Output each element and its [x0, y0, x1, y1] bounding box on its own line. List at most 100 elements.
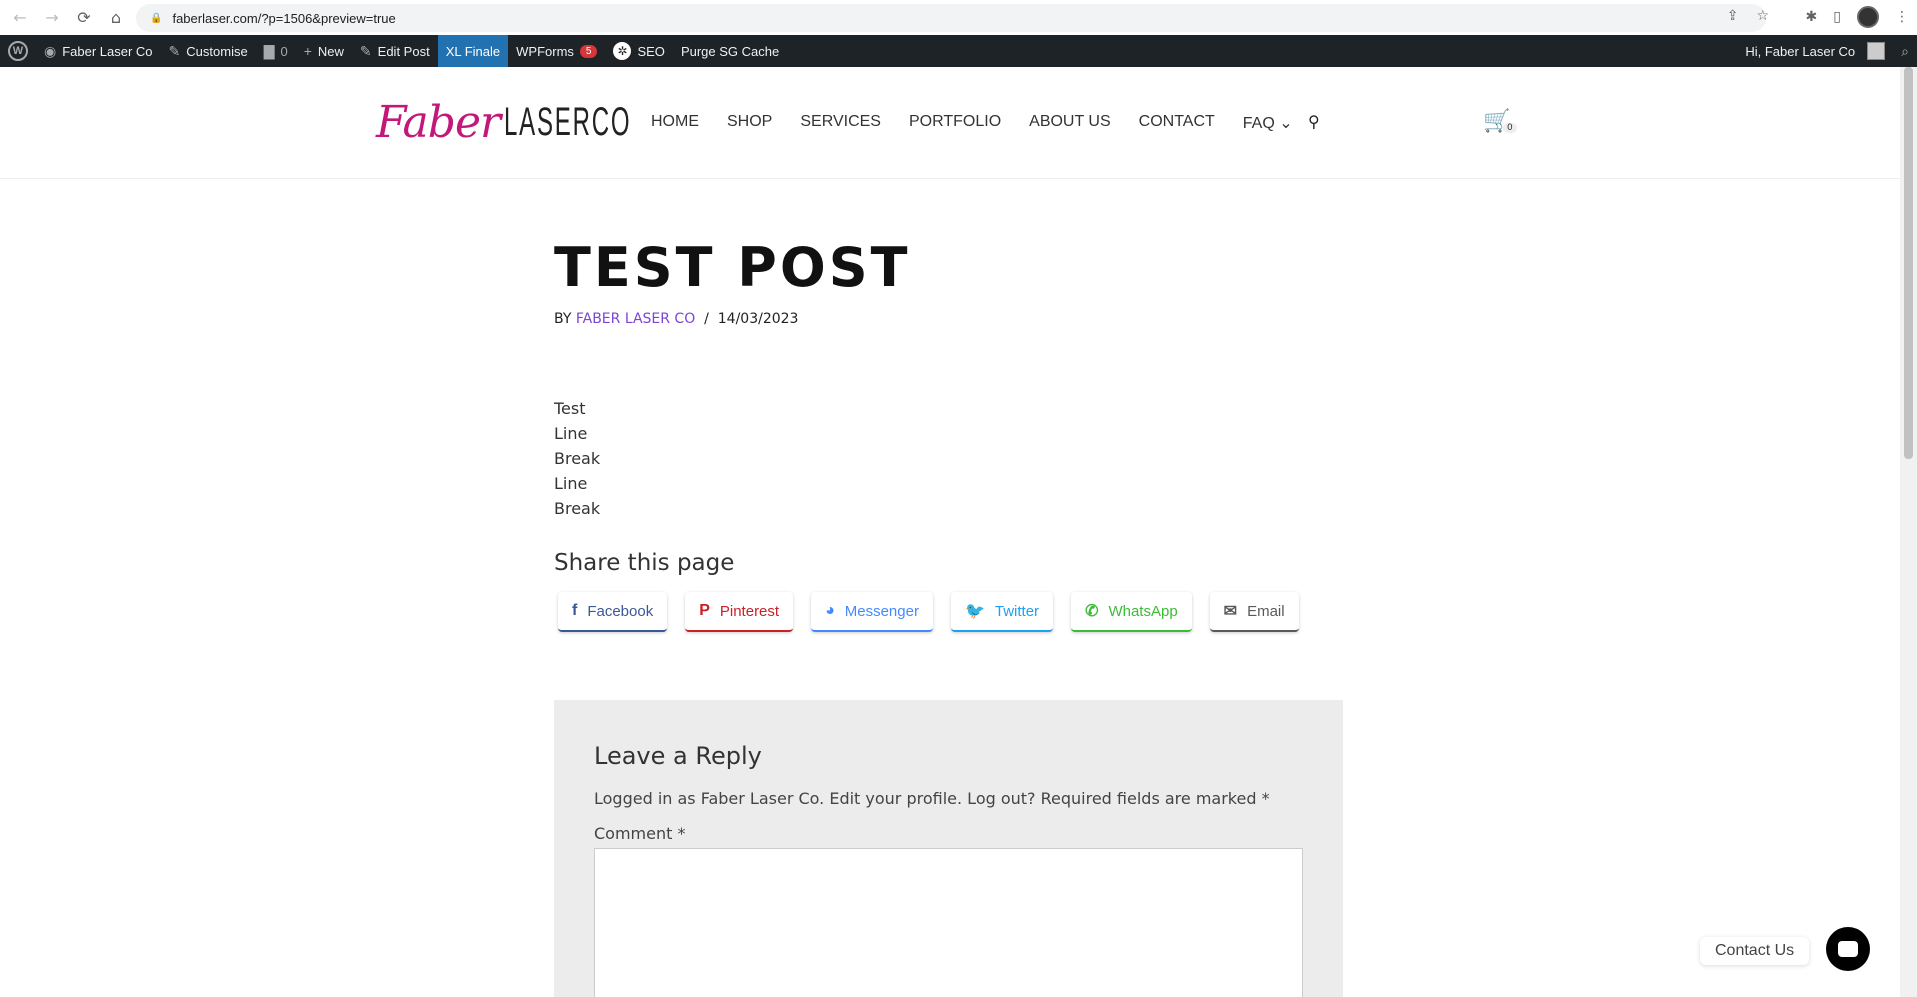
site-header: Faber LASERCO HOME SHOP SERVICES PORTFOL… [0, 67, 1900, 179]
xl-finale-label: XL Finale [445, 43, 501, 59]
wp-comments[interactable]: ▇ 0 [256, 35, 296, 67]
site-name-label: Faber Laser Co [62, 43, 153, 59]
cart-button[interactable]: 🛒 0 [1483, 109, 1517, 134]
nav-item-faq[interactable]: FAQ ⌄ [1243, 113, 1293, 133]
wp-customise[interactable]: ✎ Customise [161, 35, 256, 67]
customise-label: Customise [186, 43, 248, 59]
nav-item-home[interactable]: HOME [651, 113, 699, 133]
dashboard-icon: ◉ [44, 42, 57, 59]
chat-icon [1838, 941, 1858, 957]
home-icon[interactable]: ⌂ [104, 6, 128, 30]
comment-textarea[interactable] [594, 848, 1303, 997]
cart-count: 0 [1503, 123, 1517, 133]
body-line: Break [554, 499, 601, 518]
post-body: Test Line Break Line Break [554, 396, 600, 521]
browser-menu-icon[interactable]: ⋮ [1895, 9, 1909, 25]
reply-section: Leave a Reply Logged in as Faber Laser C… [554, 700, 1343, 997]
wp-search[interactable]: ⌕ [1893, 35, 1917, 67]
body-line: Test [554, 399, 586, 418]
wp-edit-post[interactable]: ✎ Edit Post [352, 35, 438, 67]
wordpress-icon: W [8, 41, 28, 61]
comment-icon: ▇ [263, 42, 275, 59]
post-meta: BY FABER LASER CO / 14/03/2023 [554, 311, 798, 327]
profile-avatar[interactable] [1857, 6, 1879, 28]
scrollbar-thumb[interactable] [1904, 67, 1913, 459]
main-nav: HOME SHOP SERVICES PORTFOLIO ABOUT US CO… [651, 113, 1293, 133]
wp-seo[interactable]: ✲ SEO [605, 35, 672, 67]
reload-icon[interactable]: ⟳ [72, 6, 96, 30]
site-logo[interactable]: Faber LASERCO [376, 87, 630, 157]
seo-gear-icon: ✲ [613, 42, 632, 60]
nav-item-portfolio[interactable]: PORTFOLIO [909, 113, 1001, 133]
nav-item-shop[interactable]: SHOP [727, 113, 772, 133]
wp-xl-finale[interactable]: XL Finale [437, 35, 509, 67]
side-panel-icon[interactable]: ▯ [1833, 9, 1841, 25]
address-bar[interactable]: 🔒 faberlaser.com/?p=1506&preview=true [136, 4, 1766, 32]
edit-post-label: Edit Post [377, 43, 430, 59]
twitter-icon: 🐦 [964, 603, 985, 620]
nav-item-about-us[interactable]: ABOUT US [1029, 113, 1111, 133]
share-pinterest-button[interactable]: P Pinterest [685, 592, 794, 632]
logged-in-text[interactable]: Logged in as Faber Laser Co. Edit your p… [594, 789, 1270, 808]
plus-icon: + [303, 43, 312, 59]
wpforms-label: WPForms [516, 43, 574, 59]
extensions-icon[interactable]: ✱ [1806, 9, 1818, 25]
browser-toolbar: ← → ⟳ ⌂ 🔒 faberlaser.com/?p=1506&preview… [0, 0, 1917, 35]
share-whatsapp-button[interactable]: ✆ WhatsApp [1071, 592, 1192, 632]
share-facebook-button[interactable]: f Facebook [558, 592, 668, 632]
post-title: TEST POST [554, 236, 911, 299]
bookmark-star-icon[interactable]: ☆ [1756, 8, 1769, 24]
email-icon: ✉ [1223, 603, 1238, 620]
pencil-icon: ✎ [359, 42, 372, 59]
share-icon[interactable]: ⇪ [1727, 8, 1739, 24]
wp-new[interactable]: + New [296, 35, 352, 67]
brush-icon: ✎ [168, 42, 181, 59]
by-label: BY [554, 311, 572, 327]
share-label: Facebook [587, 602, 654, 620]
new-label: New [317, 43, 344, 59]
share-label: Messenger [844, 602, 919, 620]
avatar [1867, 42, 1886, 60]
share-label: Email [1247, 602, 1285, 620]
lock-icon[interactable]: 🔒 [150, 13, 162, 24]
share-buttons: f Facebook P Pinterest ◕ Messenger 🐦 Twi… [558, 592, 1299, 632]
post-date: 14/03/2023 [717, 311, 799, 327]
nav-item-services[interactable]: SERVICES [800, 113, 881, 133]
body-line: Line [554, 474, 588, 493]
wp-admin-bar: W ◉ Faber Laser Co ✎ Customise ▇ 0 + New… [0, 35, 1917, 67]
pinterest-icon: P [699, 602, 710, 619]
chat-bubble-button[interactable] [1826, 927, 1870, 971]
wp-my-account[interactable]: Hi, Faber Laser Co [1737, 35, 1893, 67]
share-label: Twitter [994, 602, 1040, 620]
whatsapp-icon: ✆ [1085, 603, 1099, 620]
comments-count: 0 [280, 43, 288, 59]
wp-purge-cache[interactable]: Purge SG Cache [673, 35, 787, 67]
page-scrollbar[interactable] [1900, 67, 1917, 997]
logo-caps-text: LASERCO [504, 99, 632, 144]
greeting-label: Hi, Faber Laser Co [1745, 43, 1856, 59]
wp-logo-button[interactable]: W [0, 35, 36, 67]
share-email-button[interactable]: ✉ Email [1209, 592, 1299, 632]
contact-us-label[interactable]: Contact Us [1700, 937, 1810, 965]
nav-item-contact[interactable]: CONTACT [1139, 113, 1215, 133]
url-text[interactable]: faberlaser.com/?p=1506&preview=true [172, 11, 395, 26]
share-messenger-button[interactable]: ◕ Messenger [811, 592, 933, 632]
body-line: Break [554, 449, 601, 468]
forward-icon[interactable]: → [40, 6, 64, 30]
share-twitter-button[interactable]: 🐦 Twitter [950, 592, 1054, 632]
wp-site-name[interactable]: ◉ Faber Laser Co [36, 35, 161, 67]
back-icon[interactable]: ← [8, 6, 32, 30]
reply-title: Leave a Reply [594, 742, 762, 770]
wp-wpforms[interactable]: WPForms 5 [508, 35, 605, 67]
facebook-icon: f [572, 602, 578, 619]
share-title: Share this page [554, 550, 735, 576]
purge-label: Purge SG Cache [680, 43, 780, 59]
share-label: Pinterest [719, 602, 780, 620]
logo-script-text: Faber [376, 96, 501, 148]
comment-label: Comment * [594, 824, 686, 843]
share-label: WhatsApp [1108, 602, 1178, 620]
author-link[interactable]: FABER LASER CO [576, 311, 695, 327]
search-icon[interactable]: ⚲ [1308, 112, 1320, 131]
body-line: Line [554, 424, 588, 443]
wpforms-badge: 5 [579, 44, 598, 58]
